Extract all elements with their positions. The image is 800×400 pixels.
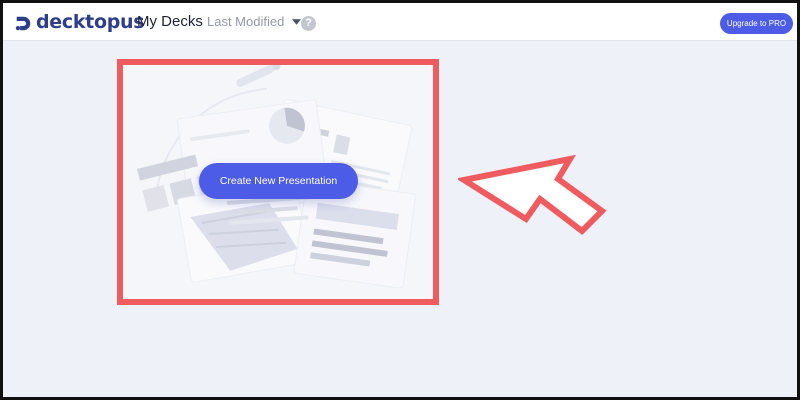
- top-navigation-bar: decktopus My Decks Last Modified ? Upgra…: [3, 3, 797, 41]
- brand-logo[interactable]: decktopus: [15, 11, 145, 34]
- pointer-arrow-annotation: [458, 154, 607, 235]
- upgrade-to-pro-button[interactable]: Upgrade to PRO: [720, 13, 793, 34]
- page-title: My Decks: [137, 13, 203, 30]
- chevron-down-icon: [292, 18, 302, 25]
- app-window: decktopus My Decks Last Modified ? Upgra…: [0, 0, 800, 400]
- logo-wordmark: decktopus: [36, 11, 145, 33]
- decktopus-logo-icon: [15, 16, 31, 30]
- sort-dropdown-label: Last Modified: [207, 14, 285, 29]
- sort-dropdown[interactable]: Last Modified: [207, 14, 302, 29]
- help-circle-icon[interactable]: ?: [301, 16, 316, 31]
- create-new-presentation-button[interactable]: Create New Presentation: [199, 163, 358, 199]
